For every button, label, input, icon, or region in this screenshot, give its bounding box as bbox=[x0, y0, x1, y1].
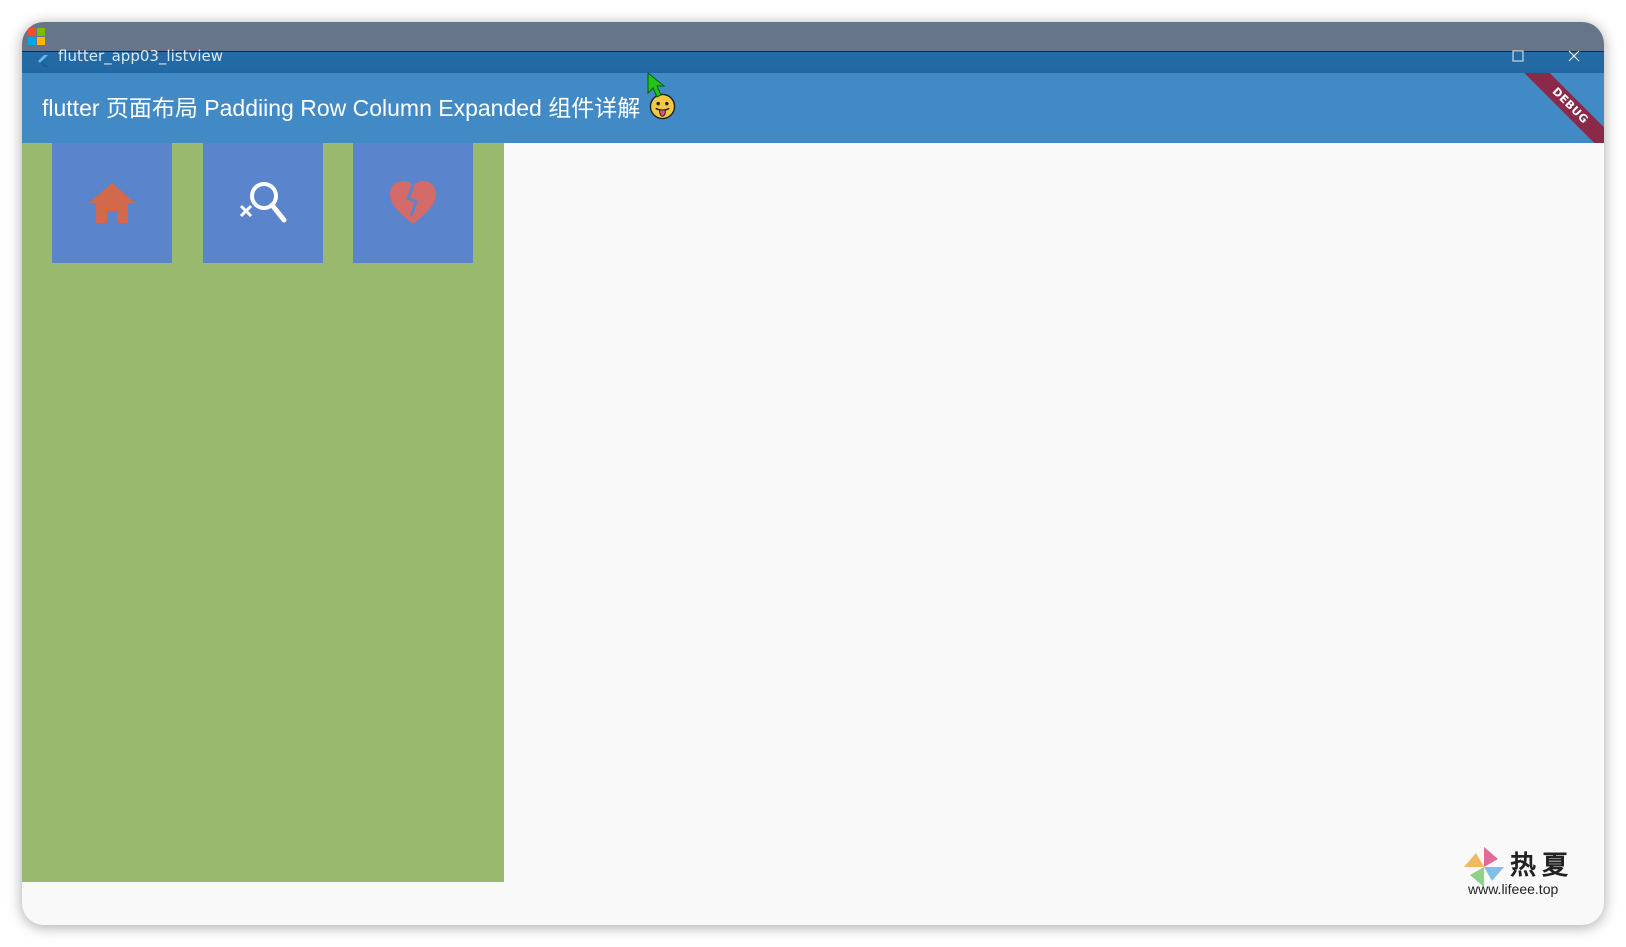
left-panel bbox=[22, 143, 504, 882]
close-button[interactable] bbox=[1552, 50, 1596, 74]
window-title: flutter_app03_listview bbox=[58, 47, 224, 65]
app-bar: flutter 页面布局 Paddiing Row Column Expande… bbox=[22, 73, 1604, 143]
app-window: flutter_app03_listview flutter 页面布局 Padd… bbox=[22, 22, 1604, 925]
windows-logo-icon bbox=[28, 28, 46, 46]
flutter-app-icon bbox=[38, 55, 48, 67]
search-off-icon bbox=[239, 182, 287, 223]
heart-broken-tile[interactable] bbox=[353, 143, 473, 263]
home-tile[interactable] bbox=[52, 143, 172, 263]
maximize-button[interactable] bbox=[1496, 50, 1540, 74]
maximize-icon bbox=[1512, 50, 1524, 62]
heart-broken-icon bbox=[390, 181, 436, 224]
watermark: 热夏 www.lifeee.top bbox=[1462, 845, 1582, 903]
watermark-url: www.lifeee.top bbox=[1468, 881, 1559, 897]
home-icon bbox=[89, 183, 135, 223]
search-off-tile[interactable] bbox=[203, 143, 323, 263]
page-title-text: flutter 页面布局 Paddiing Row Column Expande… bbox=[42, 95, 641, 121]
window-titlebar[interactable]: flutter_app03_listview bbox=[22, 47, 1604, 74]
close-icon bbox=[1568, 50, 1580, 62]
page-title: flutter 页面布局 Paddiing Row Column Expande… bbox=[42, 73, 676, 143]
mouse-cursor-icon bbox=[647, 71, 666, 98]
watermark-chinese: 热夏 bbox=[1510, 851, 1575, 881]
os-top-strip bbox=[22, 22, 1604, 51]
main-content bbox=[504, 143, 1604, 882]
